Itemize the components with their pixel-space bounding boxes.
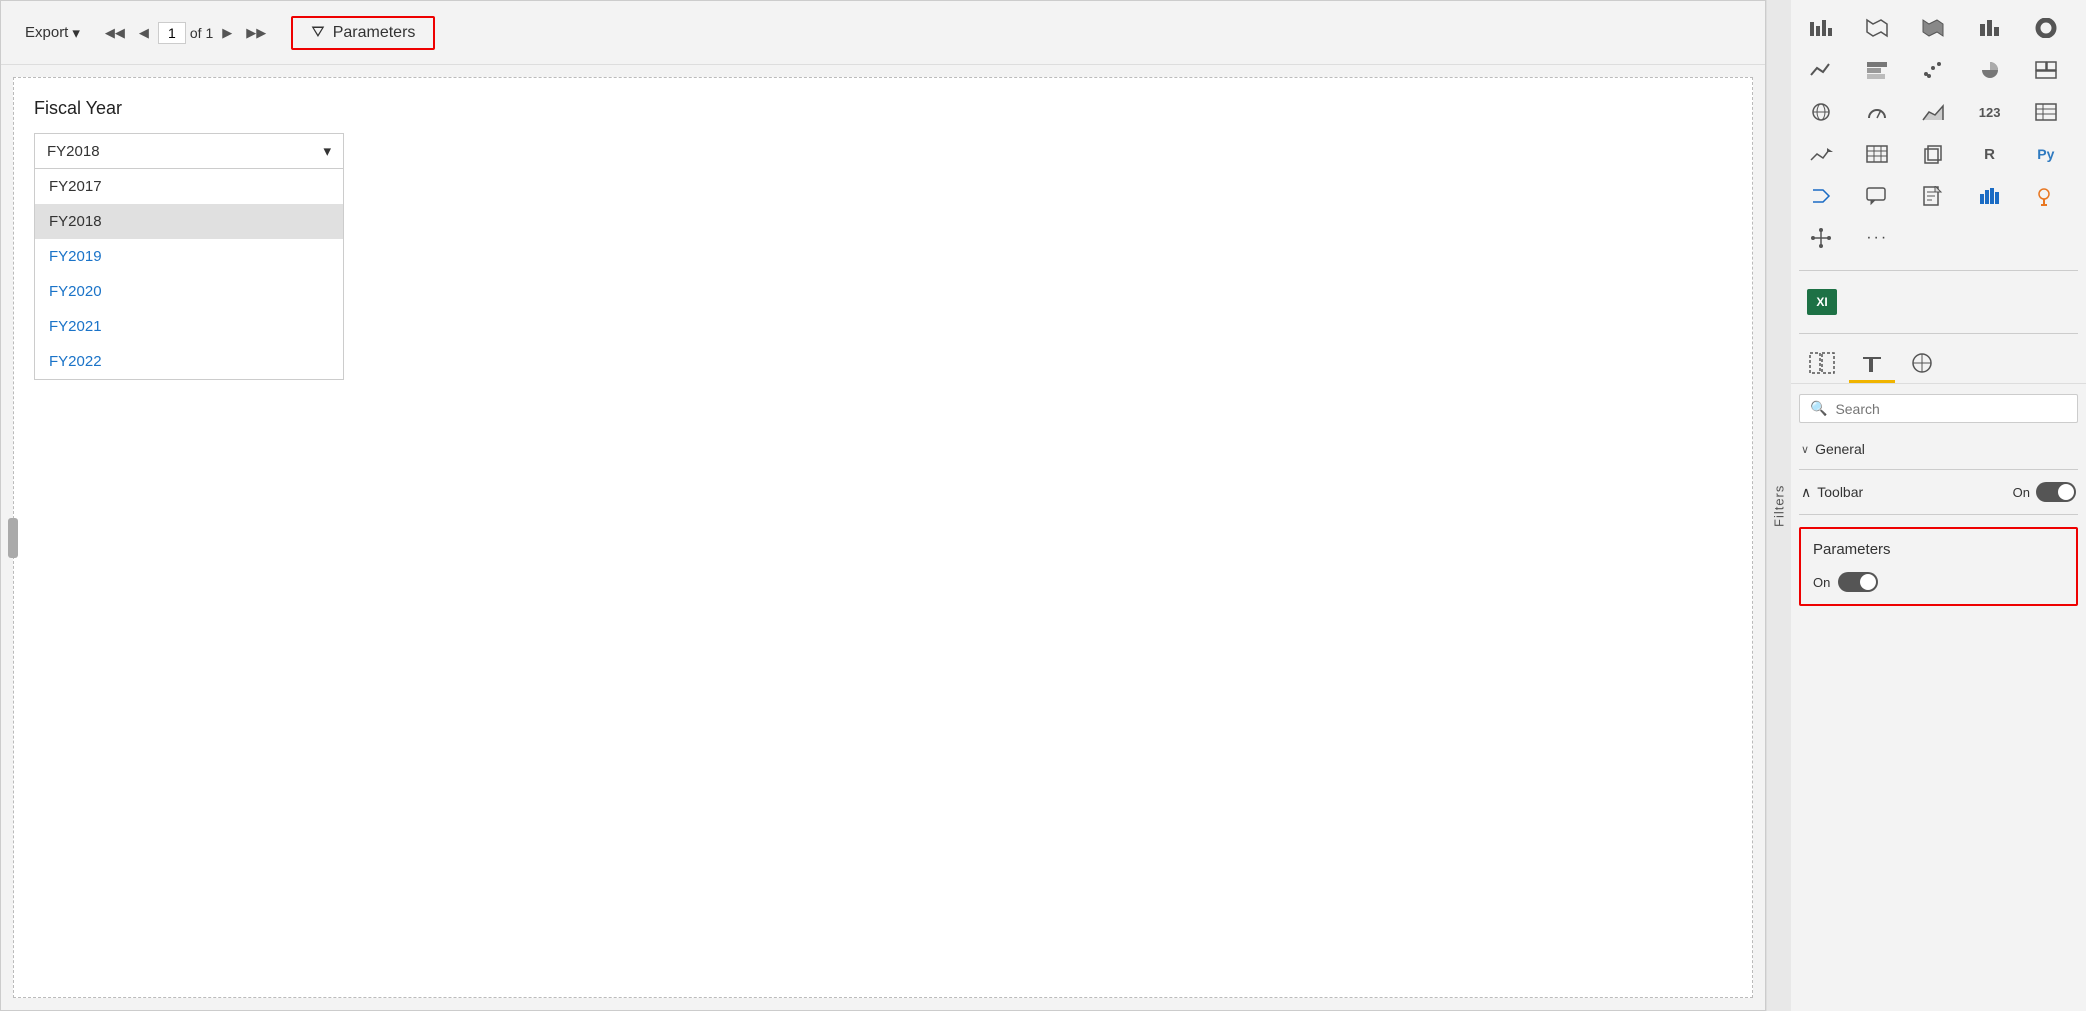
viz-icon-pin[interactable] xyxy=(2024,176,2068,216)
viz-icon-more[interactable]: ··· xyxy=(1855,218,1899,258)
viz-icon-scatter[interactable] xyxy=(1911,50,1955,90)
dropdown-item-fy2019[interactable]: FY2019 xyxy=(35,239,343,274)
nav-first-button[interactable]: ◀◀ xyxy=(100,23,130,43)
divider-toolbar xyxy=(1799,514,2078,515)
viz-icon-bargroup[interactable] xyxy=(1799,8,1843,48)
dropdown-item-fy2021[interactable]: FY2021 xyxy=(35,309,343,344)
viz-icon-stacked-bar[interactable] xyxy=(1855,50,1899,90)
dropdown-item-fy2020[interactable]: FY2020 xyxy=(35,274,343,309)
panel-tabs xyxy=(1791,338,2086,384)
parameters-toggle-knob xyxy=(1860,574,1876,590)
viz-icon-python[interactable]: Py xyxy=(2024,134,2068,174)
toolbar-expand-icon: ∧ xyxy=(1801,484,1811,501)
dropdown-item-fy2017[interactable]: FY2017 xyxy=(35,169,343,204)
parameters-button[interactable]: ⛛ Parameters xyxy=(291,16,435,50)
dropdown-list: FY2017 FY2018 FY2019 FY2020 FY2021 FY202… xyxy=(34,169,344,380)
filters-label: Filters xyxy=(1767,0,1791,1011)
nav-next-button[interactable]: ▶ xyxy=(217,23,237,43)
excel-icon[interactable]: XI xyxy=(1807,289,1837,315)
viz-icon-line-chart[interactable] xyxy=(1799,50,1843,90)
search-bar: 🔍 xyxy=(1799,394,2078,423)
right-panel-content: 123 R Py xyxy=(1791,0,2086,1011)
report-area: Export ▾ ◀◀ ◀ of 1 ▶ ▶▶ ⛛ Parameters Fis… xyxy=(0,0,1766,1011)
viz-icon-pie[interactable] xyxy=(1968,50,2012,90)
viz-icon-decomp-tree[interactable] xyxy=(1799,218,1843,258)
xl-icon-row: XI xyxy=(1791,275,2086,329)
resize-handle[interactable] xyxy=(8,518,18,558)
viz-icon-r-script[interactable]: R xyxy=(1968,134,2012,174)
viz-icon-table[interactable] xyxy=(2024,92,2068,132)
search-icon: 🔍 xyxy=(1810,400,1827,417)
general-chevron-icon: ∨ xyxy=(1801,443,1809,456)
general-section-header[interactable]: ∨ General xyxy=(1791,433,2086,465)
viz-icon-globe[interactable] xyxy=(1799,92,1843,132)
export-label: Export xyxy=(25,24,68,41)
toolbar-toggle-knob xyxy=(2058,484,2074,500)
viz-icon-hist-chart[interactable] xyxy=(1968,176,2012,216)
page-number-input[interactable] xyxy=(158,22,186,44)
page-of-label: of 1 xyxy=(190,25,213,41)
report-canvas: Fiscal Year FY2018 ▾ FY2017 FY2018 FY201… xyxy=(13,77,1753,998)
tab-analytics[interactable] xyxy=(1899,346,1945,383)
right-panel: Filters xyxy=(1766,0,2086,1011)
viz-icon-kpi[interactable] xyxy=(1799,134,1843,174)
parameters-toggle[interactable] xyxy=(1838,572,1878,592)
page-navigation: ◀◀ ◀ of 1 ▶ ▶▶ xyxy=(100,22,271,44)
viz-icon-filled-map[interactable] xyxy=(1911,8,1955,48)
toolbar: Export ▾ ◀◀ ◀ of 1 ▶ ▶▶ ⛛ Parameters xyxy=(1,1,1765,65)
dropdown-selected-value[interactable]: FY2018 ▾ xyxy=(34,133,344,169)
nav-last-button[interactable]: ▶▶ xyxy=(241,23,271,43)
viz-icon-treemap[interactable] xyxy=(2024,50,2068,90)
export-chevron-icon: ▾ xyxy=(72,24,80,42)
parameters-button-label: Parameters xyxy=(333,24,416,42)
viz-icon-map[interactable] xyxy=(1855,8,1899,48)
toolbar-toggle[interactable] xyxy=(2036,482,2076,502)
selected-value-text: FY2018 xyxy=(47,143,100,160)
viz-icon-column-chart[interactable] xyxy=(1968,8,2012,48)
fiscal-year-label: Fiscal Year xyxy=(34,98,1732,119)
xl-text: XI xyxy=(1816,295,1827,309)
dropdown-chevron-icon: ▾ xyxy=(323,142,331,160)
nav-prev-button[interactable]: ◀ xyxy=(134,23,154,43)
toolbar-section-left: ∧ Toolbar xyxy=(1801,484,1863,501)
viz-icon-gauge[interactable] xyxy=(1855,92,1899,132)
fiscal-year-dropdown: FY2018 ▾ FY2017 FY2018 FY2019 FY2020 FY2… xyxy=(34,133,344,380)
parameters-toggle-label: On xyxy=(1813,575,1830,590)
viz-icon-copy[interactable] xyxy=(1911,134,1955,174)
toolbar-toggle-group: On xyxy=(2013,482,2076,502)
parameters-section: Parameters On xyxy=(1799,527,2078,606)
viz-icons-grid: 123 R Py xyxy=(1791,0,2086,266)
viz-icon-area-chart[interactable] xyxy=(1911,92,1955,132)
export-button[interactable]: Export ▾ xyxy=(17,20,88,46)
parameters-toggle-row: On xyxy=(1813,572,2064,592)
divider-general xyxy=(1799,469,2078,470)
toolbar-section-label: Toolbar xyxy=(1817,484,1863,500)
general-label: General xyxy=(1815,441,1865,457)
search-input[interactable] xyxy=(1835,401,2067,417)
parameters-filter-icon: ⛛ xyxy=(311,24,324,42)
tab-build[interactable] xyxy=(1799,346,1845,383)
viz-icon-matrix[interactable] xyxy=(1855,134,1899,174)
dropdown-item-fy2022[interactable]: FY2022 xyxy=(35,344,343,379)
toolbar-toggle-label: On xyxy=(2013,485,2030,500)
viz-divider xyxy=(1799,270,2078,271)
viz-icon-donut[interactable] xyxy=(2024,8,2068,48)
viz-icon-power-automate[interactable] xyxy=(1799,176,1843,216)
toolbar-section-header: ∧ Toolbar On xyxy=(1791,474,2086,510)
tab-format[interactable] xyxy=(1849,346,1895,383)
parameters-section-title: Parameters xyxy=(1813,541,2064,558)
viz-icon-card[interactable]: 123 xyxy=(1968,92,2012,132)
dropdown-item-fy2018[interactable]: FY2018 xyxy=(35,204,343,239)
viz-divider-2 xyxy=(1799,333,2078,334)
viz-icon-paginated-report[interactable] xyxy=(1911,176,1955,216)
viz-icon-speech-bubble[interactable] xyxy=(1855,176,1899,216)
